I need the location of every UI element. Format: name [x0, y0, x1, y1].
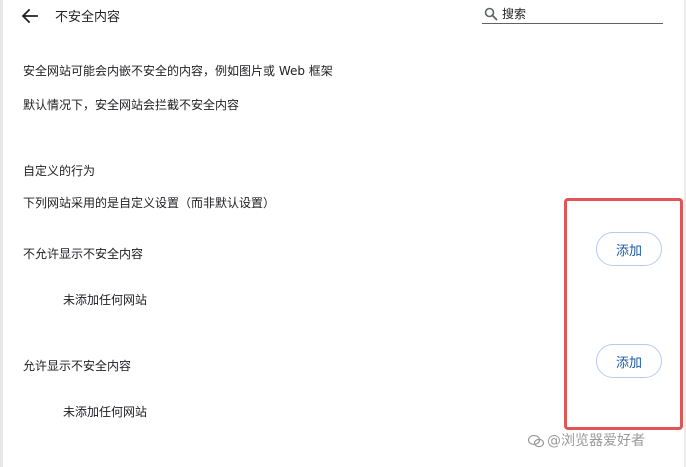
search-icon	[484, 7, 498, 21]
page-title: 不安全内容	[55, 10, 121, 25]
arrow-back-icon	[21, 8, 38, 24]
custom-behavior-subheading: 下列网站采用的是自定义设置（而非默认设置）	[23, 196, 276, 210]
intro-default-behavior: 默认情况下，安全网站会拦截不安全内容	[23, 98, 240, 112]
blocked-section-title: 不允许显示不安全内容	[23, 247, 144, 261]
left-edge	[0, 0, 3, 467]
allowed-empty-text: 未添加任何网站	[63, 405, 148, 419]
custom-behavior-heading: 自定义的行为	[23, 164, 96, 178]
header: 不安全内容	[0, 0, 686, 32]
back-button[interactable]	[18, 5, 42, 27]
highlight-annotation	[564, 198, 683, 430]
allowed-section-title: 允许显示不安全内容	[23, 359, 132, 373]
intro-description: 安全网站可能会内嵌不安全的内容，例如图片或 Web 框架	[23, 64, 333, 78]
search-box[interactable]	[482, 5, 663, 24]
watermark-text: @浏览器爱好者	[547, 433, 645, 449]
blocked-empty-text: 未添加任何网站	[63, 293, 148, 307]
watermark-logo-icon	[528, 434, 544, 448]
watermark: @浏览器爱好者	[528, 430, 645, 450]
search-input[interactable]	[502, 5, 657, 23]
